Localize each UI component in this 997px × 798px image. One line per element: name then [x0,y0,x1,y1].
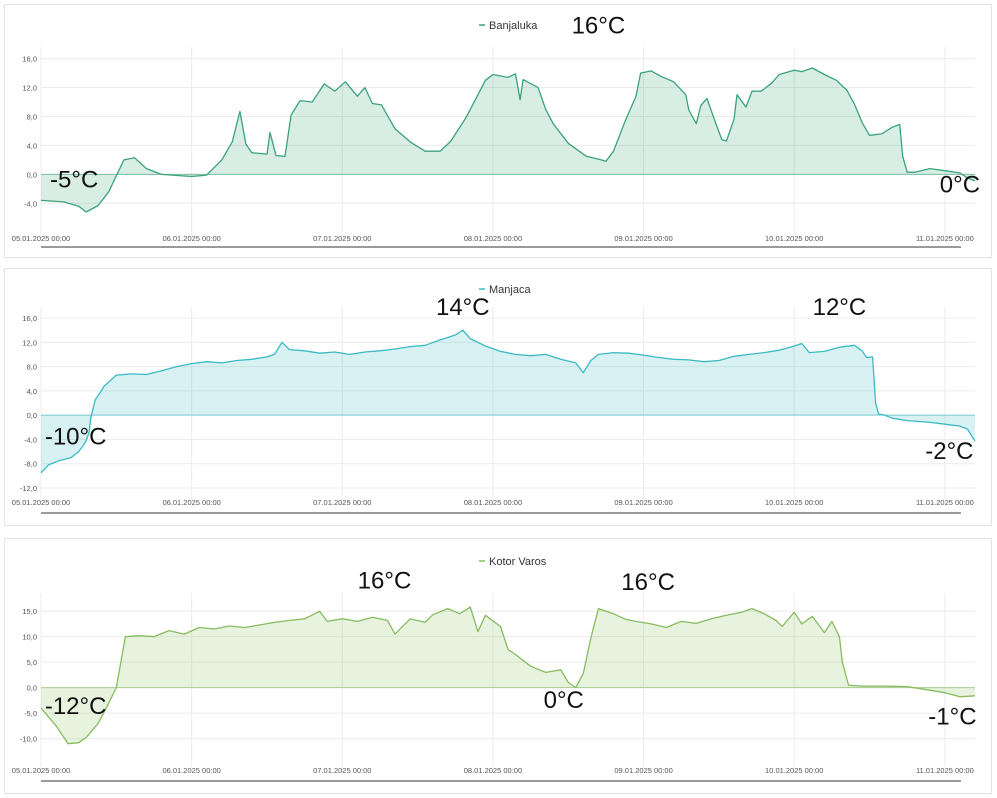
x-tick-label: 06.01.2025 00:00 [162,766,220,775]
temperature-annotation: 0°C [940,171,980,198]
chart-banjaluka: 05.01.2025 00:00 06.01.2025 00:00 07.01.20… [12,12,980,248]
y-tick-label: -4,0 [24,199,37,208]
y-tick-label: 0,0 [27,170,37,179]
x-tick-label: 07.01.2025 00:00 [313,766,371,775]
chart-panel-manjaca: 05.01.2025 00:00 06.01.2025 00:00 07.01.20… [4,268,992,526]
y-tick-label: -4,0 [24,435,37,444]
x-tick-label: 05.01.2025 00:00 [12,766,70,775]
x-tick-label: 10.01.2025 00:00 [765,766,823,775]
y-tick-label: 16,0 [22,314,37,323]
temperature-annotation: -1°C [928,703,976,730]
temperature-annotation: 14°C [436,294,490,321]
series-area [41,330,975,473]
temperature-annotation: -2°C [925,438,973,465]
x-tick-label: 06.01.2025 00:00 [162,498,220,507]
y-tick-label: 0,0 [27,684,37,693]
x-tick-label: 09.01.2025 00:00 [614,766,672,775]
x-tick-label: 10.01.2025 00:00 [765,498,823,507]
series-area [41,68,975,212]
x-tick-label: 07.01.2025 00:00 [313,498,371,507]
chart-kotor-varos: 05.01.2025 00:00 06.01.2025 00:00 07.01.20… [12,556,977,782]
x-tick-label: 09.01.2025 00:00 [614,234,672,243]
y-tick-label: 4,0 [27,141,37,150]
y-tick-label: 5,0 [27,658,37,667]
temperature-annotation: 16°C [572,12,626,39]
x-tick-label: 11.01.2025 00:00 [916,234,974,243]
legend-label: Banjaluka [489,20,538,32]
x-tick-label: 08.01.2025 00:00 [464,234,522,243]
y-tick-label: 10,0 [22,633,37,642]
temperature-annotation: -5°C [50,166,98,193]
y-tick-label: -5,0 [24,709,37,718]
legend[interactable]: Kotor Varos [479,556,547,568]
temperature-annotation: -12°C [45,693,107,720]
temperature-annotation: 16°C [358,567,412,594]
x-tick-label: 07.01.2025 00:00 [313,234,371,243]
x-tick-label: 05.01.2025 00:00 [12,498,70,507]
legend-label: Kotor Varos [489,556,547,568]
y-tick-label: 0,0 [27,411,37,420]
y-tick-label: 12,0 [22,338,37,347]
x-tick-label: 11.01.2025 00:00 [916,498,974,507]
temperature-annotation: 12°C [813,294,867,321]
temperature-annotation: -10°C [45,423,107,450]
y-tick-label: 16,0 [22,55,37,64]
temperature-annotation: 16°C [621,569,675,596]
x-tick-label: 08.01.2025 00:00 [464,498,522,507]
y-tick-label: 8,0 [27,112,37,121]
temperature-annotation: 0°C [544,687,584,714]
y-tick-label: -8,0 [24,460,37,469]
x-tick-label: 05.01.2025 00:00 [12,234,70,243]
y-tick-label: 4,0 [27,387,37,396]
legend[interactable]: Banjaluka [479,20,538,32]
x-tick-label: 09.01.2025 00:00 [614,498,672,507]
y-tick-label: -10,0 [20,735,37,744]
x-tick-label: 11.01.2025 00:00 [916,766,974,775]
chart-panel-kotor-varos: 05.01.2025 00:00 06.01.2025 00:00 07.01.20… [4,538,992,794]
x-tick-label: 06.01.2025 00:00 [162,234,220,243]
x-tick-label: 10.01.2025 00:00 [765,234,823,243]
y-tick-label: -12,0 [20,484,37,493]
chart-manjaca: 05.01.2025 00:00 06.01.2025 00:00 07.01.20… [12,284,976,514]
chart-panel-banjaluka: 05.01.2025 00:00 06.01.2025 00:00 07.01.20… [4,4,992,258]
legend-label: Manjaca [489,284,531,296]
y-tick-label: 8,0 [27,363,37,372]
y-tick-label: 12,0 [22,84,37,93]
x-tick-label: 08.01.2025 00:00 [464,766,522,775]
y-tick-label: 15,0 [22,607,37,616]
